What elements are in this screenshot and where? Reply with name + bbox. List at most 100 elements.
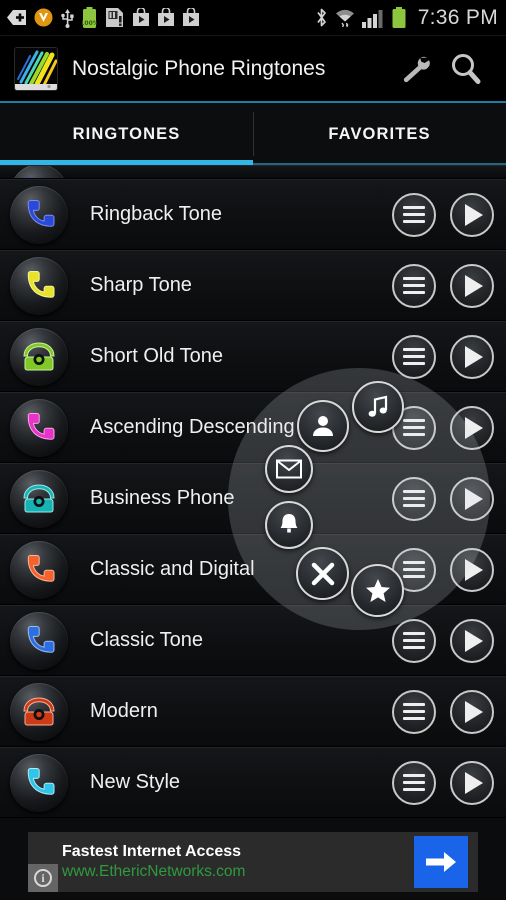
play-store-download-icon-2 [157, 8, 175, 27]
play-store-download-icon-3 [182, 8, 200, 27]
list-item[interactable]: Classic Tone [0, 605, 506, 676]
ringtone-icon [10, 327, 68, 386]
ringtone-title: Business Phone [90, 487, 235, 509]
deskphone-icon [23, 341, 55, 370]
play-icon [465, 203, 483, 226]
play-icon [465, 771, 483, 794]
status-bar-right-icons: 7:36 PM [315, 6, 498, 30]
bell-icon [280, 514, 298, 533]
sd-card-alert-icon [104, 7, 125, 28]
ringtone-icon [10, 682, 68, 741]
envelope-icon [276, 459, 302, 479]
page-title: Nostalgic Phone Ringtones [72, 56, 326, 80]
handset-icon [27, 767, 55, 795]
ad-info-button[interactable]: i [28, 864, 58, 892]
ringtone-title: Ringback Tone [90, 203, 222, 225]
ringtone-icon [10, 753, 68, 812]
arrow-right-icon [426, 852, 456, 872]
share-mail-button[interactable] [265, 445, 313, 493]
ringtone-play-button[interactable] [450, 405, 494, 450]
ringtone-menu-button[interactable] [392, 476, 436, 521]
set-as-ringtone-button[interactable] [352, 381, 404, 433]
add-to-favorites-button[interactable] [351, 564, 404, 617]
menu-icon [403, 774, 425, 791]
list-item[interactable]: Classic and Digital [0, 534, 506, 605]
list-item-partial[interactable] [0, 165, 506, 179]
play-icon [465, 629, 483, 652]
star-icon [365, 578, 390, 602]
handset-icon [27, 270, 55, 298]
ringtone-play-button[interactable] [450, 618, 494, 663]
list-item[interactable]: Modern [0, 676, 506, 747]
ringtone-play-button[interactable] [450, 476, 494, 521]
app-logo-icon [14, 46, 58, 91]
ringtone-play-button[interactable] [450, 334, 494, 379]
vault-app-icon [34, 8, 53, 27]
close-icon [311, 562, 334, 585]
handset-icon [27, 199, 55, 227]
menu-icon [403, 277, 425, 294]
ringtone-list[interactable]: Ringback Tone Sharp Tone Short Old Tone … [0, 165, 506, 824]
wifi-icon [334, 8, 356, 28]
status-bar-clock: 7:36 PM [417, 5, 498, 29]
play-icon [465, 416, 483, 439]
usb-icon [60, 8, 75, 28]
list-item[interactable]: Ascending Descending Tone [0, 392, 506, 463]
play-icon [465, 700, 483, 723]
ad-cta-button[interactable] [414, 836, 468, 888]
tab-ringtones[interactable]: RINGTONES [0, 103, 253, 165]
tab-favorites[interactable]: FAVORITES [253, 103, 506, 165]
status-battery-percent-text: 100% [82, 20, 97, 27]
ringtone-menu-button[interactable] [392, 689, 436, 734]
set-for-contact-button[interactable] [297, 400, 349, 452]
list-item[interactable]: Business Phone [0, 463, 506, 534]
ringtone-icon [10, 611, 68, 670]
back-arrow-plus-icon [6, 8, 27, 27]
list-item[interactable]: Sharp Tone [0, 250, 506, 321]
ringtone-title: New Style [90, 771, 181, 793]
list-item[interactable]: New Style [0, 747, 506, 818]
set-as-notification-button[interactable] [265, 501, 313, 549]
deskphone-icon [23, 696, 55, 725]
menu-icon [403, 348, 425, 365]
tab-ringtones-label: RINGTONES [72, 124, 181, 143]
ringtone-icon [10, 469, 68, 528]
ringtone-menu-button[interactable] [392, 334, 436, 379]
play-icon [465, 558, 483, 581]
ringtone-title: Sharp Tone [90, 274, 192, 296]
search-button[interactable] [440, 43, 492, 95]
deskphone-icon [23, 483, 55, 512]
ringtone-play-button[interactable] [450, 689, 494, 734]
list-item[interactable]: Ringback Tone [0, 179, 506, 250]
battery-charge-icon: 100% [82, 6, 97, 29]
ringtone-play-button[interactable] [450, 263, 494, 308]
search-icon [452, 53, 481, 84]
ringtone-icon [10, 540, 68, 599]
list-item[interactable]: Short Old Tone [0, 321, 506, 392]
app-root: 100% [0, 0, 506, 900]
play-icon [465, 345, 483, 368]
menu-icon [403, 206, 425, 223]
ringtone-play-button[interactable] [450, 547, 494, 592]
menu-icon [403, 703, 425, 720]
ringtone-menu-button[interactable] [392, 618, 436, 663]
play-icon [465, 487, 483, 510]
ad-text-block: Fastest Internet Access www.EthericNetwo… [62, 842, 414, 882]
ringtone-icon [10, 256, 68, 315]
music-note-icon [368, 395, 388, 417]
tab-favorites-label: FAVORITES [328, 124, 431, 143]
ringtone-menu-button[interactable] [392, 760, 436, 805]
status-bar: 100% [0, 0, 506, 36]
ringtone-title: Short Old Tone [90, 345, 224, 367]
play-icon [465, 274, 483, 297]
menu-icon [403, 419, 425, 436]
ad-banner[interactable]: Fastest Internet Access www.EthericNetwo… [28, 832, 478, 892]
ringtone-menu-button[interactable] [392, 192, 436, 237]
status-bar-left-icons: 100% [6, 6, 315, 29]
settings-button[interactable] [388, 43, 440, 95]
ringtone-title: Modern [90, 700, 158, 722]
ringtone-play-button[interactable] [450, 760, 494, 805]
ringtone-menu-button[interactable] [392, 263, 436, 308]
ringtone-play-button[interactable] [450, 192, 494, 237]
close-radial-menu-button[interactable] [296, 547, 349, 600]
